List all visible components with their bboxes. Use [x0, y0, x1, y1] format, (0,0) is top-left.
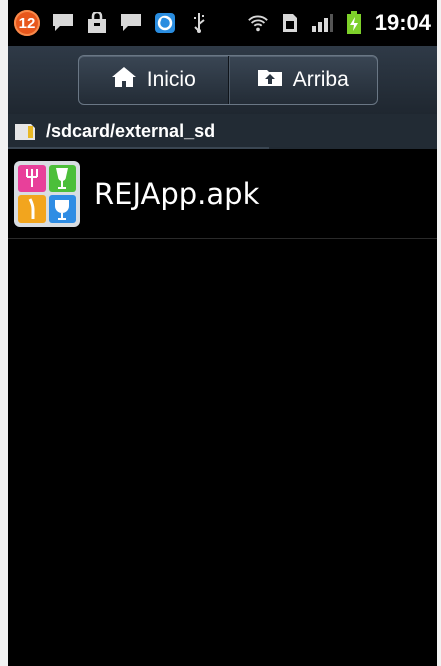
- apk-app-icon: [14, 160, 80, 227]
- signal-icon: [311, 12, 333, 34]
- wifi-icon: [247, 12, 269, 34]
- toolbar: Inicio Arriba: [8, 46, 437, 115]
- notification-count-badge[interactable]: 12: [14, 10, 40, 36]
- up-button-label: Arriba: [292, 68, 349, 91]
- status-bar: 12 19:04: [8, 0, 437, 46]
- file-list: REJApp.apk: [8, 149, 437, 239]
- shopping-bag-icon: [86, 12, 108, 34]
- right-border: [437, 0, 441, 666]
- skype-icon: [154, 12, 176, 34]
- sim-icon: [279, 12, 301, 34]
- home-button-label: Inicio: [146, 68, 196, 91]
- left-border: [0, 0, 8, 666]
- usb-icon: [188, 12, 210, 34]
- navigation-segmented-control: Inicio Arriba: [78, 55, 378, 105]
- clock: 19:04: [374, 10, 431, 35]
- screen: 12 19:04 Inicio Arriba /sdcard/external_…: [0, 0, 441, 666]
- current-path: /sdcard/external_sd: [46, 121, 216, 141]
- battery-charging-icon: [343, 11, 365, 34]
- home-button[interactable]: Inicio: [79, 56, 228, 104]
- chat-icon: [52, 12, 74, 34]
- file-name: REJApp.apk: [94, 176, 260, 211]
- folder-up-icon: [257, 67, 283, 93]
- list-item[interactable]: REJApp.apk: [8, 149, 437, 239]
- chat-icon: [120, 12, 142, 34]
- sd-card-icon: [14, 123, 36, 141]
- home-icon: [111, 66, 137, 94]
- path-bar: /sdcard/external_sd: [8, 114, 437, 149]
- up-button[interactable]: Arriba: [229, 56, 378, 104]
